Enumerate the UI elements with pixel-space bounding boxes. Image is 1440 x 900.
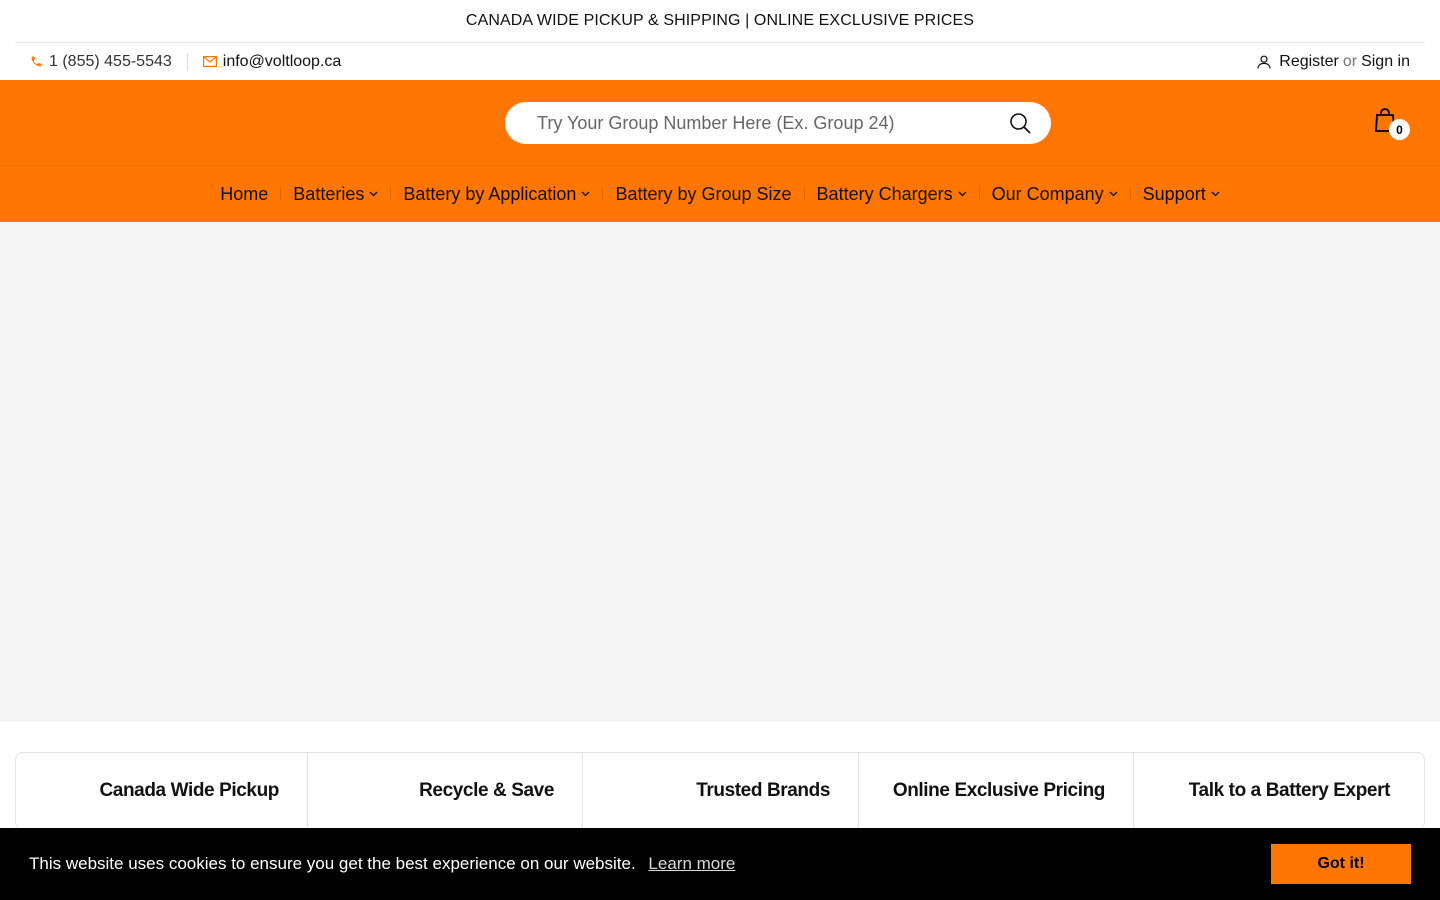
nav-label: Battery Chargers — [816, 183, 953, 204]
email-address: info@voltloop.ca — [222, 52, 342, 70]
email-link[interactable]: info@voltloop.ca — [202, 52, 342, 71]
search-input[interactable] — [537, 112, 1007, 134]
feature-label: Canada Wide Pickup — [99, 780, 279, 801]
header-main: 0 — [0, 80, 1440, 166]
nav-divider — [390, 187, 392, 201]
nav-label: Our Company — [991, 183, 1104, 204]
nav-divider — [978, 187, 980, 201]
nav-support[interactable]: Support — [1131, 184, 1232, 205]
or-text: or — [1342, 52, 1358, 70]
nav-divider — [803, 187, 805, 201]
cookie-message-wrap: This website uses cookies to ensure you … — [29, 854, 735, 874]
chevron-down-icon — [1211, 191, 1220, 197]
phone-link[interactable]: 1 (855) 455-5543 — [30, 53, 172, 71]
nav-divider — [602, 187, 604, 201]
nav-divider — [1129, 187, 1131, 201]
mail-icon — [202, 56, 217, 67]
feature-label: Talk to a Battery Expert — [1188, 780, 1391, 801]
features-strip: Canada Wide Pickup Recycle & Save Truste… — [15, 752, 1425, 830]
search-bar — [505, 102, 1051, 144]
learn-more-link[interactable]: Learn more — [648, 854, 735, 873]
nav-divider — [280, 187, 282, 201]
hero-banner-placeholder — [0, 222, 1440, 722]
site-header: 0 Home Batteries Battery by Application … — [0, 80, 1440, 222]
feature-trusted-brands: Trusted Brands — [583, 753, 859, 829]
nav-our-company[interactable]: Our Company — [980, 184, 1130, 205]
nav-label: Battery by Group Size — [615, 183, 792, 204]
cart-button[interactable]: 0 — [1374, 107, 1414, 141]
phone-icon — [31, 56, 42, 67]
chevron-down-icon — [958, 191, 967, 197]
contact-info: 1 (855) 455-5543 info@voltloop.ca — [30, 52, 342, 71]
nav-battery-by-application[interactable]: Battery by Application — [391, 184, 602, 205]
search-button[interactable] — [1007, 110, 1033, 136]
top-bar: 1 (855) 455-5543 info@voltloop.ca Regist… — [15, 42, 1425, 80]
feature-online-exclusive-pricing: Online Exclusive Pricing — [859, 753, 1134, 829]
announcement-text: CANADA WIDE PICKUP & SHIPPING | ONLINE E… — [465, 12, 975, 29]
user-icon — [1257, 55, 1271, 68]
cookie-banner: This website uses cookies to ensure you … — [0, 828, 1440, 900]
nav-label: Home — [220, 183, 269, 204]
feature-canada-wide-pickup: Canada Wide Pickup — [16, 753, 308, 829]
nav-label: Batteries — [293, 183, 365, 204]
feature-talk-to-expert: Talk to a Battery Expert — [1134, 753, 1424, 829]
announcement-bar: CANADA WIDE PICKUP & SHIPPING | ONLINE E… — [0, 0, 1440, 42]
nav-label: Support — [1142, 183, 1206, 204]
nav-label: Battery by Application — [403, 183, 577, 204]
cookie-message: This website uses cookies to ensure you … — [29, 854, 636, 873]
signin-link[interactable]: Sign in — [1361, 53, 1410, 71]
cart-count-badge: 0 — [1389, 119, 1410, 140]
register-link[interactable]: Register — [1279, 53, 1339, 71]
main-nav: Home Batteries Battery by Application Ba… — [0, 166, 1440, 222]
cookie-accept-button[interactable]: Got it! — [1271, 844, 1411, 884]
chevron-down-icon — [581, 191, 590, 197]
nav-battery-by-group-size[interactable]: Battery by Group Size — [603, 184, 803, 205]
nav-battery-chargers[interactable]: Battery Chargers — [805, 184, 979, 205]
nav-home[interactable]: Home — [208, 184, 280, 205]
account-links: Register or Sign in — [1257, 53, 1410, 71]
divider — [186, 52, 188, 71]
chevron-down-icon — [1109, 191, 1118, 197]
feature-label: Trusted Brands — [696, 780, 830, 801]
nav-batteries[interactable]: Batteries — [281, 184, 390, 205]
feature-label: Recycle & Save — [419, 780, 554, 801]
chevron-down-icon — [369, 191, 378, 197]
feature-label: Online Exclusive Pricing — [892, 780, 1106, 801]
phone-number: 1 (855) 455-5543 — [49, 52, 172, 70]
search-icon — [1010, 113, 1031, 134]
feature-recycle-save: Recycle & Save — [308, 753, 583, 829]
